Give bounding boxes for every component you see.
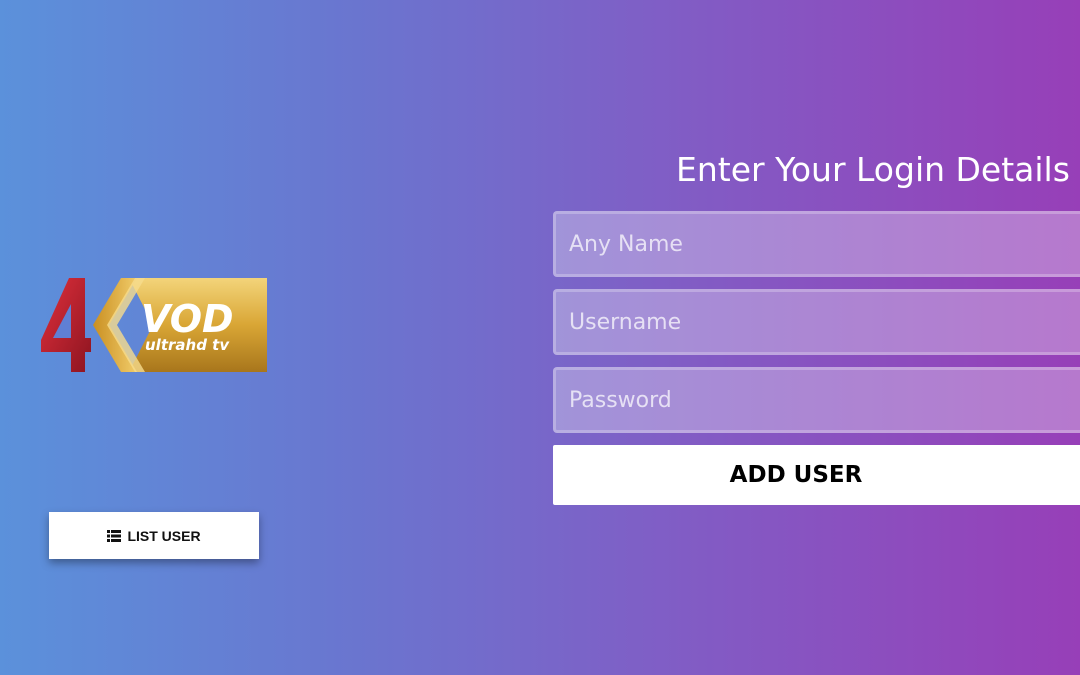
login-screen: VOD ultrahd tv LIST USER Enter Your Logi… (0, 0, 1080, 675)
list-icon (107, 529, 122, 542)
password-input[interactable] (553, 367, 1080, 433)
logo-tagline-text: ultrahd tv (145, 336, 230, 354)
login-title: Enter Your Login Details (676, 150, 1070, 189)
logo-brand-text: VOD (141, 297, 234, 341)
list-user-label: LIST USER (127, 527, 201, 544)
add-user-button[interactable]: ADD USER (553, 445, 1080, 505)
any-name-input[interactable] (553, 211, 1080, 277)
list-user-button[interactable]: LIST USER (49, 512, 259, 559)
4k-vod-logo-image: VOD ultrahd tv (41, 278, 267, 372)
username-input[interactable] (553, 289, 1080, 355)
app-logo: VOD ultrahd tv (41, 276, 269, 374)
